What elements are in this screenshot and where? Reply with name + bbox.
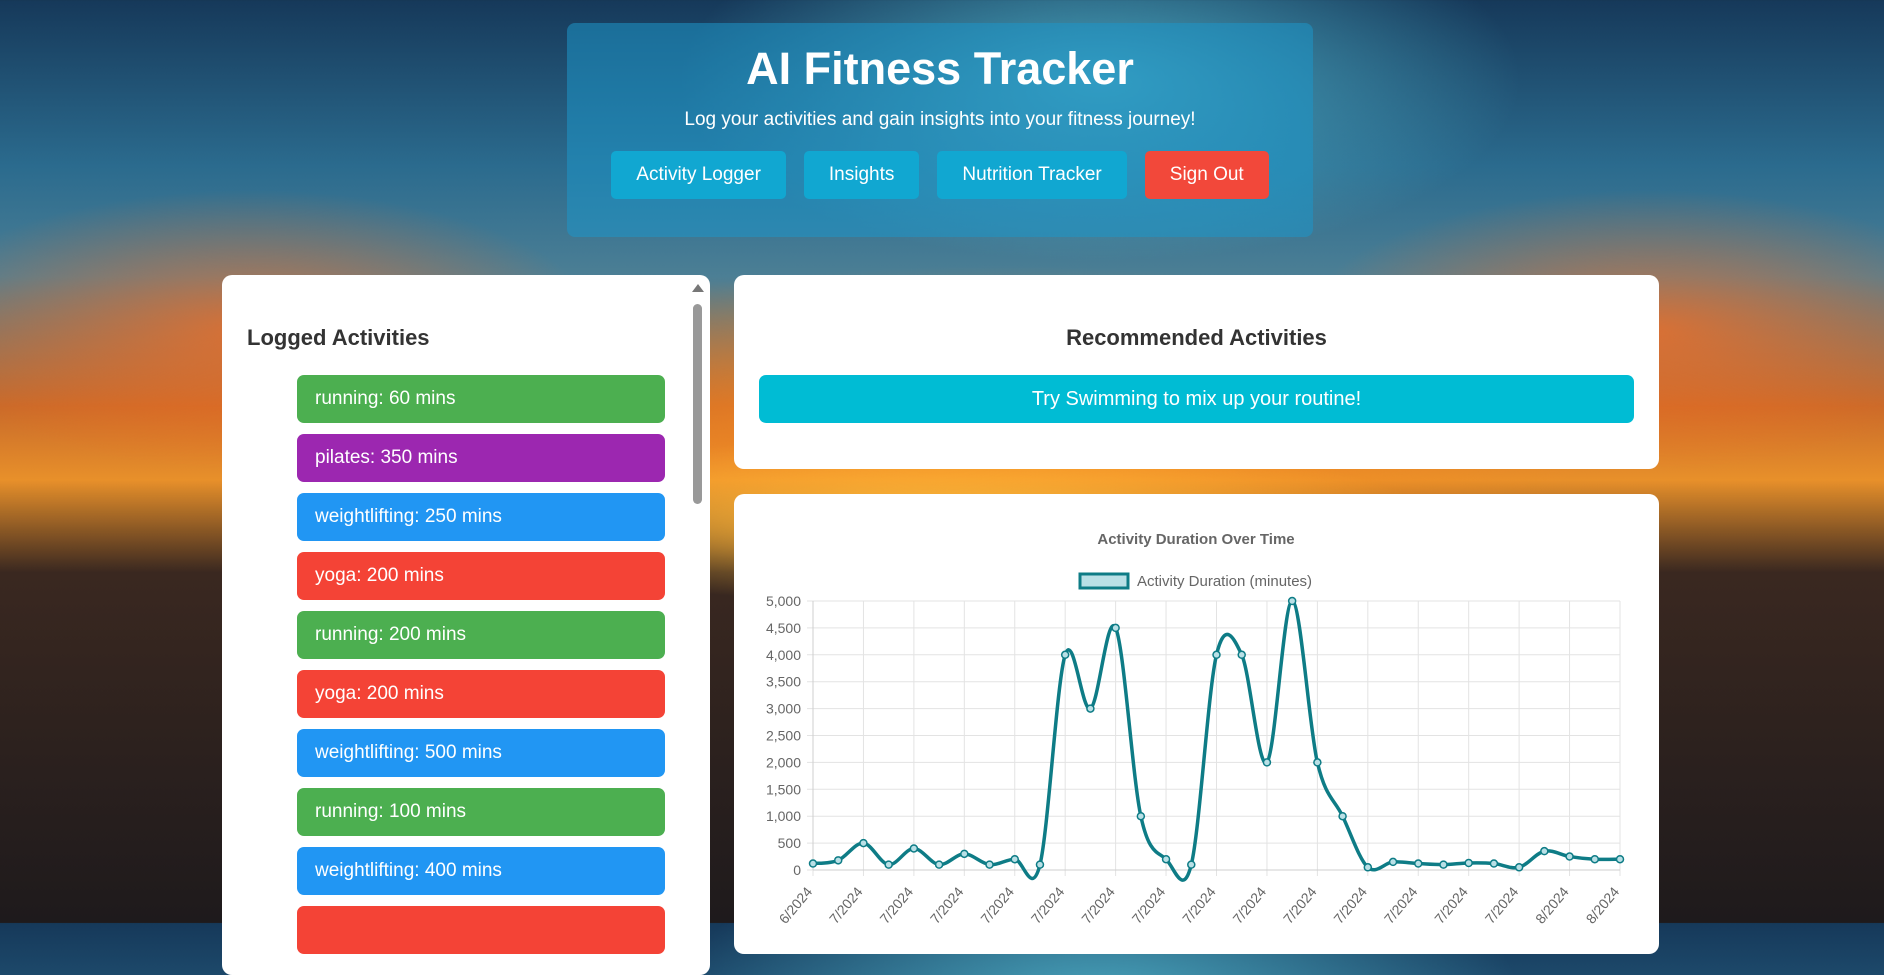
y-tick-label: 4,000 xyxy=(766,647,801,663)
activity-logger-button[interactable]: Activity Logger xyxy=(611,151,786,199)
data-point xyxy=(1287,596,1297,606)
data-point xyxy=(1237,650,1246,660)
data-point xyxy=(1187,860,1196,869)
activity-item xyxy=(297,906,665,954)
y-tick-label: 5,000 xyxy=(766,593,801,609)
app-subtitle: Log your activities and gain insights in… xyxy=(684,109,1196,130)
x-tick-label: 7/2024 xyxy=(1129,883,1169,926)
data-point xyxy=(808,859,818,868)
recommended-activities-title: Recommended Activities xyxy=(1066,325,1327,350)
data-point xyxy=(1262,758,1272,767)
x-tick-label: 7/2024 xyxy=(977,883,1017,926)
y-tick-label: 500 xyxy=(778,835,802,851)
x-tick-label: 7/2024 xyxy=(1179,883,1219,926)
data-point xyxy=(1338,811,1347,821)
activities-scrollbar[interactable] xyxy=(690,284,706,924)
activity-item: yoga: 200 mins xyxy=(297,670,665,718)
scroll-up-arrow-icon[interactable] xyxy=(692,284,704,292)
data-point xyxy=(1464,858,1473,868)
data-point xyxy=(1514,863,1524,872)
insights-button[interactable]: Insights xyxy=(803,151,920,199)
data-point xyxy=(1489,859,1499,868)
data-point xyxy=(934,860,944,869)
legend-label: Activity Duration (minutes) xyxy=(1137,573,1312,590)
y-tick-label: 4,500 xyxy=(766,620,801,636)
y-tick-label: 1,500 xyxy=(766,781,801,797)
x-tick-label: 7/2024 xyxy=(1330,883,1370,926)
x-tick-label: 7/2024 xyxy=(1381,883,1421,926)
y-tick-label: 2,000 xyxy=(766,754,801,770)
x-tick-label: 7/2024 xyxy=(1431,883,1471,926)
x-tick-label: 7/2024 xyxy=(1229,883,1269,926)
x-tick-label: 7/2024 xyxy=(1078,883,1118,926)
activity-item: pilates: 350 mins xyxy=(297,434,665,482)
data-point xyxy=(859,838,868,848)
data-point xyxy=(1565,852,1574,861)
x-tick-label: 7/2024 xyxy=(876,883,916,926)
activity-item: yoga: 200 mins xyxy=(297,552,665,600)
x-tick-label: 7/2024 xyxy=(1482,883,1522,926)
activity-item: weightlifting: 400 mins xyxy=(297,847,665,895)
x-tick-label: 8/2024 xyxy=(1583,883,1623,926)
app-header: AI Fitness Tracker Log your activities a… xyxy=(567,23,1313,237)
activity-duration-chart: Activity Duration Over Time Activity Dura… xyxy=(734,494,1659,954)
line-chart-svg: Activity Duration Over Time Activity Dura… xyxy=(766,531,1625,927)
x-tick-label: 7/2024 xyxy=(826,883,866,926)
nutrition-tracker-button[interactable]: Nutrition Tracker xyxy=(937,151,1127,199)
recommendation-item: Try Swimming to mix up your routine! xyxy=(759,375,1634,423)
activity-item: weightlifting: 500 mins xyxy=(297,729,665,777)
logged-activities-title: Logged Activities xyxy=(247,325,430,350)
data-point xyxy=(1060,650,1070,660)
data-point xyxy=(909,844,919,853)
x-tick-label: 7/2024 xyxy=(1280,883,1320,926)
x-tick-label: 8/2024 xyxy=(1532,883,1572,926)
data-point xyxy=(1540,846,1549,856)
data-point xyxy=(1388,857,1398,867)
chart-title: Activity Duration Over Time xyxy=(1097,531,1294,548)
scroll-thumb[interactable] xyxy=(693,304,702,504)
recommended-activities-panel: Recommended Activities Try Swimming to m… xyxy=(734,275,1659,469)
data-point xyxy=(1439,860,1448,869)
data-point xyxy=(1010,854,1019,864)
sign-out-button[interactable]: Sign Out xyxy=(1144,151,1269,199)
data-point xyxy=(1111,623,1120,633)
y-tick-label: 3,500 xyxy=(766,674,801,690)
main-nav: Activity Logger Insights Nutrition Track… xyxy=(567,151,1313,199)
data-point xyxy=(1615,854,1625,864)
activity-item: running: 60 mins xyxy=(297,375,665,423)
activity-item: weightlifting: 250 mins xyxy=(297,493,665,541)
app-title: AI Fitness Tracker xyxy=(746,43,1134,94)
y-tick-label: 0 xyxy=(793,862,801,878)
activity-list: running: 60 mins pilates: 350 mins weightl… xyxy=(297,375,665,965)
x-tick-label: 7/2024 xyxy=(927,883,967,926)
y-tick-label: 2,500 xyxy=(766,728,801,744)
data-point xyxy=(1086,704,1095,713)
logged-activities-panel: Logged Activities running: 60 mins pilate… xyxy=(222,275,710,975)
data-point xyxy=(985,860,994,869)
legend-swatch xyxy=(1078,572,1130,590)
data-point xyxy=(884,860,893,869)
data-point xyxy=(833,856,843,865)
data-point xyxy=(960,849,969,859)
data-point xyxy=(1414,859,1423,868)
x-tick-label: 7/2024 xyxy=(1028,883,1068,926)
data-point xyxy=(1313,758,1322,767)
data-point xyxy=(1136,811,1146,821)
data-point xyxy=(1590,854,1600,864)
x-tick-label: 6/2024 xyxy=(776,883,816,926)
y-tick-label: 1,000 xyxy=(766,808,801,824)
y-tick-label: 3,000 xyxy=(766,701,801,717)
activity-item: running: 200 mins xyxy=(297,611,665,659)
data-point xyxy=(1363,863,1373,872)
data-point xyxy=(1161,854,1171,864)
data-point xyxy=(1212,650,1221,660)
data-point xyxy=(1035,860,1045,869)
activity-item: running: 100 mins xyxy=(297,788,665,836)
